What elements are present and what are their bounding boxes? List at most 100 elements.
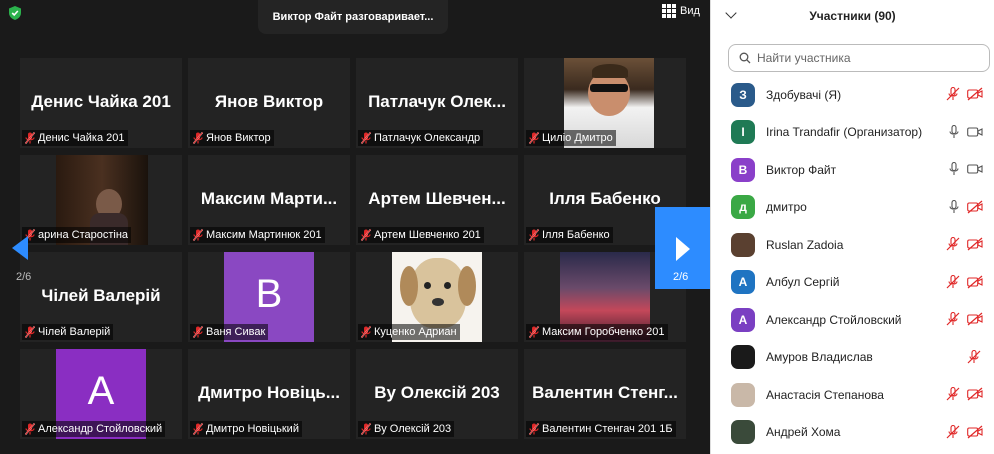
mic-muted-icon <box>193 132 203 144</box>
mic-muted-icon[interactable] <box>946 311 960 326</box>
participant-row[interactable]: А Александр Стойловский <box>711 301 994 338</box>
participant-avatar <box>731 382 755 407</box>
mic-muted-icon <box>361 229 371 241</box>
tile-label-text: Александр Стойловский <box>38 423 163 435</box>
participant-row[interactable]: I Irina Trandafir (Организатор) <box>711 114 994 151</box>
participant-row[interactable]: А Албул Сергій <box>711 264 994 301</box>
participant-row[interactable]: З Здобувачі (Я) <box>711 76 994 113</box>
participant-name: Албул Сергій <box>766 275 840 289</box>
participant-name: Ruslan Zadoia <box>766 237 844 252</box>
video-tile[interactable]: Патлачук Олек... Патлачук Олександр <box>356 58 518 148</box>
participant-row[interactable]: В Виктор Файт <box>711 151 994 188</box>
video-tile[interactable]: Чілей Валерій Чілей Валерій <box>20 252 182 342</box>
panel-header: Участники (90) <box>711 0 994 32</box>
tile-label-text: Ваня Сивак <box>206 326 266 338</box>
mic-muted-icon <box>193 423 203 435</box>
tile-label-text: Максим Горобченко 201 <box>542 326 665 338</box>
participant-name: Александр Стойловский <box>766 312 902 327</box>
mic-muted-icon[interactable] <box>946 424 960 439</box>
tile-display-name: Максим Марти... <box>200 189 338 208</box>
participants-panel: Участники (90) З Здобувачі (Я) I Irina Tran… <box>710 0 994 454</box>
camera-off-icon[interactable] <box>967 87 983 101</box>
tile-display-name: Чілей Валерій <box>41 286 161 305</box>
tile-name-label: Патлачук Олександр <box>358 130 484 146</box>
video-tile[interactable]: Валентин Стенг... Валентин Стенгач 201 1Б <box>524 349 686 439</box>
mic-muted-icon[interactable] <box>946 86 960 101</box>
tile-name-label: арина Старостіна <box>22 227 132 243</box>
participant-avatar <box>731 420 755 444</box>
tile-name-label: Ілля Бабенко <box>526 227 613 243</box>
camera-off-icon[interactable] <box>967 387 983 401</box>
tile-label-text: Янов Виктор <box>206 132 271 144</box>
mic-muted-icon <box>361 326 371 338</box>
tile-display-name: Янов Виктор <box>214 92 324 111</box>
mic-muted-icon[interactable] <box>946 386 960 401</box>
video-tile[interactable]: Ву Олексій 203 Ву Олексій 203 <box>356 349 518 439</box>
tile-name-label: Артем Шевченко 201 <box>358 227 484 243</box>
tile-label-text: Артем Шевченко 201 <box>374 229 481 241</box>
mic-icon[interactable] <box>949 161 959 176</box>
video-tile[interactable]: Циліо Дмитро <box>524 58 686 148</box>
video-tile[interactable]: Янов Виктор Янов Виктор <box>188 58 350 148</box>
view-button[interactable]: Вид <box>662 4 700 18</box>
participant-row[interactable]: Ruslan Zadoia <box>711 226 994 263</box>
next-arrow-icon <box>676 237 690 261</box>
participant-name: Здобувачі (Я) <box>766 87 842 102</box>
participant-name: Виктор Файт <box>766 162 837 177</box>
video-tile[interactable]: Денис Чайка 201 Денис Чайка 201 <box>20 58 182 148</box>
tile-name-label: Куценко Адриан <box>358 324 460 340</box>
mic-muted-icon <box>529 326 539 338</box>
participant-avatar: д <box>731 195 755 219</box>
tile-name-label: Денис Чайка 201 <box>22 130 128 146</box>
tile-name-label: Ву Олексій 203 <box>358 421 455 437</box>
participant-avatar: I <box>731 120 755 144</box>
mic-muted-icon <box>529 423 539 435</box>
mic-muted-icon[interactable] <box>946 274 960 289</box>
participant-name: Амуров Владислав <box>766 350 873 364</box>
participant-row[interactable]: д дмитро <box>711 189 994 226</box>
camera-off-icon[interactable] <box>967 200 983 214</box>
search-input[interactable] <box>757 51 977 65</box>
tile-name-label: Дмитро Новіцький <box>190 421 302 437</box>
view-label: Вид <box>680 5 700 17</box>
tile-display-name: Денис Чайка 201 <box>31 92 171 111</box>
participant-row[interactable]: Андрей Хома <box>711 414 994 451</box>
video-tile[interactable]: Куценко Адриан <box>356 252 518 342</box>
mic-icon[interactable] <box>949 199 959 214</box>
mic-muted-icon <box>25 326 35 338</box>
tile-display-name: Ілля Бабенко <box>549 189 661 208</box>
video-tile[interactable]: A Александр Стойловский <box>20 349 182 439</box>
camera-off-icon[interactable] <box>967 275 983 289</box>
camera-off-icon[interactable] <box>967 425 983 439</box>
mic-icon[interactable] <box>949 124 959 139</box>
video-tile[interactable]: B Ваня Сивак <box>188 252 350 342</box>
video-tile[interactable]: Максим Марти... Максим Мартинюк 201 <box>188 155 350 245</box>
tile-display-name: Артем Шевчен... <box>368 189 506 208</box>
camera-icon[interactable] <box>967 126 983 138</box>
mic-muted-icon[interactable] <box>967 349 981 364</box>
participant-row[interactable]: Анастасія Степанова <box>711 376 994 413</box>
tile-name-label: Янов Виктор <box>190 130 274 146</box>
camera-off-icon[interactable] <box>967 237 983 251</box>
tile-label-text: Чілей Валерій <box>38 326 111 338</box>
video-tile[interactable]: арина Старостіна <box>20 155 182 245</box>
page-indicator-left: 2/6 <box>16 271 32 283</box>
next-page-button[interactable]: 2/6 <box>655 207 710 289</box>
tile-label-text: Патлачук Олександр <box>374 132 481 144</box>
camera-icon[interactable] <box>967 163 983 175</box>
shield-icon[interactable] <box>8 6 22 20</box>
camera-off-icon[interactable] <box>967 312 983 326</box>
participant-name: Анастасія Степанова <box>766 387 884 402</box>
participant-row[interactable]: Амуров Владислав <box>711 339 994 376</box>
tile-label-text: Циліо Дмитро <box>542 132 613 144</box>
tile-label-text: Дмитро Новіцький <box>206 423 299 435</box>
tile-label-text: Ілля Бабенко <box>542 229 610 241</box>
video-tile[interactable]: Артем Шевчен... Артем Шевченко 201 <box>356 155 518 245</box>
participant-name: Андрей Хома <box>766 425 841 439</box>
mic-muted-icon[interactable] <box>946 236 960 251</box>
tile-name-label: Циліо Дмитро <box>526 130 616 146</box>
participant-search[interactable] <box>728 44 990 72</box>
search-icon <box>739 52 751 64</box>
previous-page-arrow-icon[interactable] <box>12 236 28 260</box>
video-tile[interactable]: Дмитро Новіць... Дмитро Новіцький <box>188 349 350 439</box>
